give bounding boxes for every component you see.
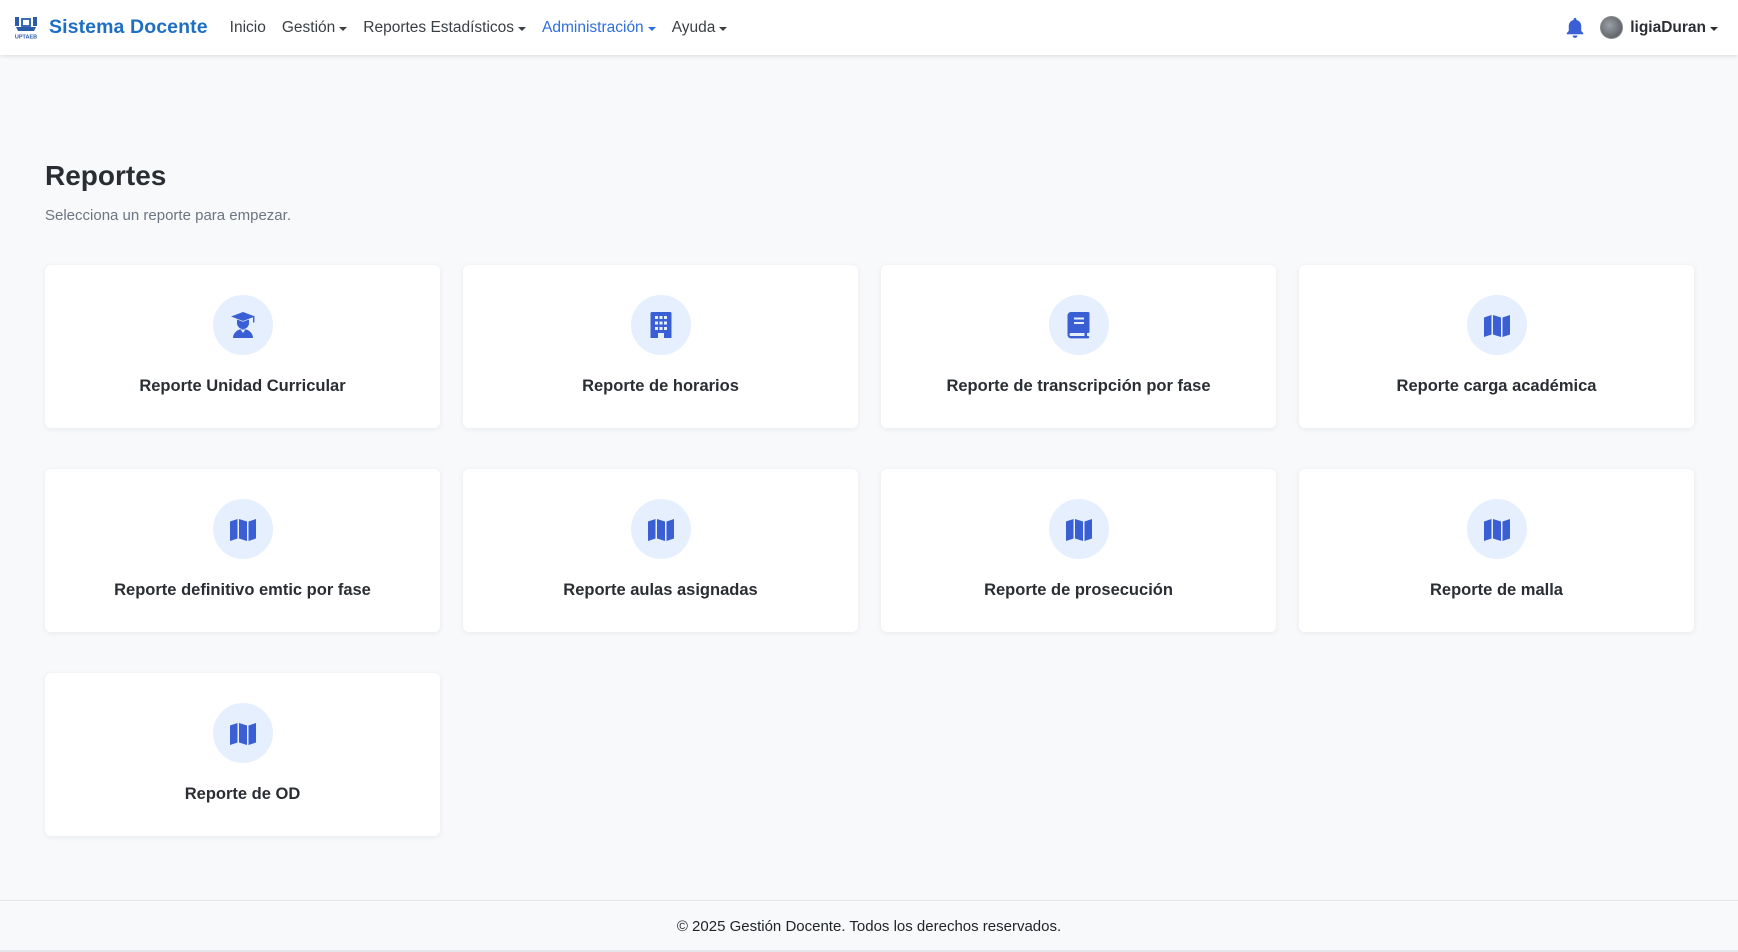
report-card-label: Reporte aulas asignadas <box>563 581 758 599</box>
caret-down-icon <box>518 26 527 31</box>
building-icon <box>650 312 671 338</box>
report-grid: Reporte Unidad Curricular Reporte de hor… <box>45 265 1694 836</box>
report-card-label: Reporte definitivo emtic por fase <box>114 581 371 599</box>
brand-title: Sistema Docente <box>49 16 208 38</box>
book-icon <box>1067 312 1089 339</box>
main-menu: Inicio Gestión Reportes Estadísticos Adm… <box>230 19 744 37</box>
report-card-label: Reporte Unidad Curricular <box>139 377 346 395</box>
report-card-label: Reporte de horarios <box>582 377 739 395</box>
report-card-label: Reporte de prosecución <box>984 581 1173 599</box>
caret-down-icon <box>647 26 656 31</box>
user-menu[interactable]: ligiaDuran <box>1600 16 1718 39</box>
report-card-horarios[interactable]: Reporte de horarios <box>463 265 858 428</box>
page-footer: © 2025 Gestión Docente. Todos los derech… <box>0 900 1738 952</box>
navbar-right: ligiaDuran <box>1564 16 1726 40</box>
report-card-definitivo-emtic[interactable]: Reporte definitivo emtic por fase <box>45 469 440 632</box>
bell-icon[interactable] <box>1564 16 1586 40</box>
card-icon-circle <box>212 295 273 355</box>
institution-logo-icon: UPTAEB <box>14 16 38 40</box>
card-icon-circle <box>1048 295 1109 355</box>
map-icon <box>229 519 256 541</box>
graduate-icon <box>230 312 255 338</box>
card-icon-circle <box>212 499 273 559</box>
nav-item-label: Reportes Estadísticos <box>363 18 515 36</box>
map-icon <box>229 723 256 745</box>
card-icon-circle <box>1466 295 1527 355</box>
username: ligiaDuran <box>1630 18 1706 36</box>
report-card-label: Reporte de malla <box>1430 581 1563 599</box>
page-subtitle: Selecciona un reporte para empezar. <box>45 207 291 224</box>
report-card-label: Reporte de OD <box>184 785 301 803</box>
map-icon <box>1483 315 1510 337</box>
nav-item-gestion[interactable]: Gestión <box>281 18 348 37</box>
card-icon-circle <box>1466 499 1527 559</box>
nav-item-label: Ayuda <box>671 18 716 36</box>
copyright-text: © 2025 Gestión Docente. Todos los derech… <box>676 918 1062 935</box>
nav-item-label: Gestión <box>281 18 336 36</box>
card-icon-circle <box>212 703 273 763</box>
caret-down-icon <box>339 26 348 31</box>
card-icon-circle <box>630 499 691 559</box>
caret-down-icon <box>719 26 728 31</box>
card-icon-circle <box>1048 499 1109 559</box>
map-icon <box>1065 519 1092 541</box>
map-icon <box>647 519 674 541</box>
report-card-aulas-asignadas[interactable]: Reporte aulas asignadas <box>463 469 858 632</box>
nav-item-label: Inicio <box>229 18 266 36</box>
report-card-label: Reporte carga académica <box>1396 377 1597 395</box>
report-card-od[interactable]: Reporte de OD <box>45 673 440 836</box>
logo-caption: UPTAEB <box>15 34 37 40</box>
report-card-malla[interactable]: Reporte de malla <box>1299 469 1694 632</box>
nav-item-administracion[interactable]: Administración <box>542 19 656 37</box>
report-card-carga-academica[interactable]: Reporte carga académica <box>1299 265 1694 428</box>
report-card-unidad-curricular[interactable]: Reporte Unidad Curricular <box>45 265 440 428</box>
nav-item-ayuda[interactable]: Ayuda <box>672 19 728 37</box>
report-card-transcripcion-por-fase[interactable]: Reporte de transcripción por fase <box>881 265 1276 428</box>
top-navbar: UPTAEB Sistema Docente Inicio Gestión Re… <box>0 0 1738 55</box>
nav-item-reportes-estadisticos[interactable]: Reportes Estadísticos <box>363 18 527 37</box>
avatar <box>1600 16 1624 39</box>
report-card-label: Reporte de transcripción por fase <box>946 377 1211 395</box>
caret-down-icon <box>1710 26 1718 31</box>
nav-item-inicio[interactable]: Inicio <box>230 19 266 37</box>
map-icon <box>1483 519 1510 541</box>
card-icon-circle <box>630 295 691 355</box>
nav-item-label: Administración <box>542 18 644 36</box>
brand-link[interactable]: UPTAEB Sistema Docente <box>12 15 208 41</box>
page-title: Reportes <box>45 160 167 191</box>
report-card-prosecucion[interactable]: Reporte de prosecución <box>881 469 1276 632</box>
